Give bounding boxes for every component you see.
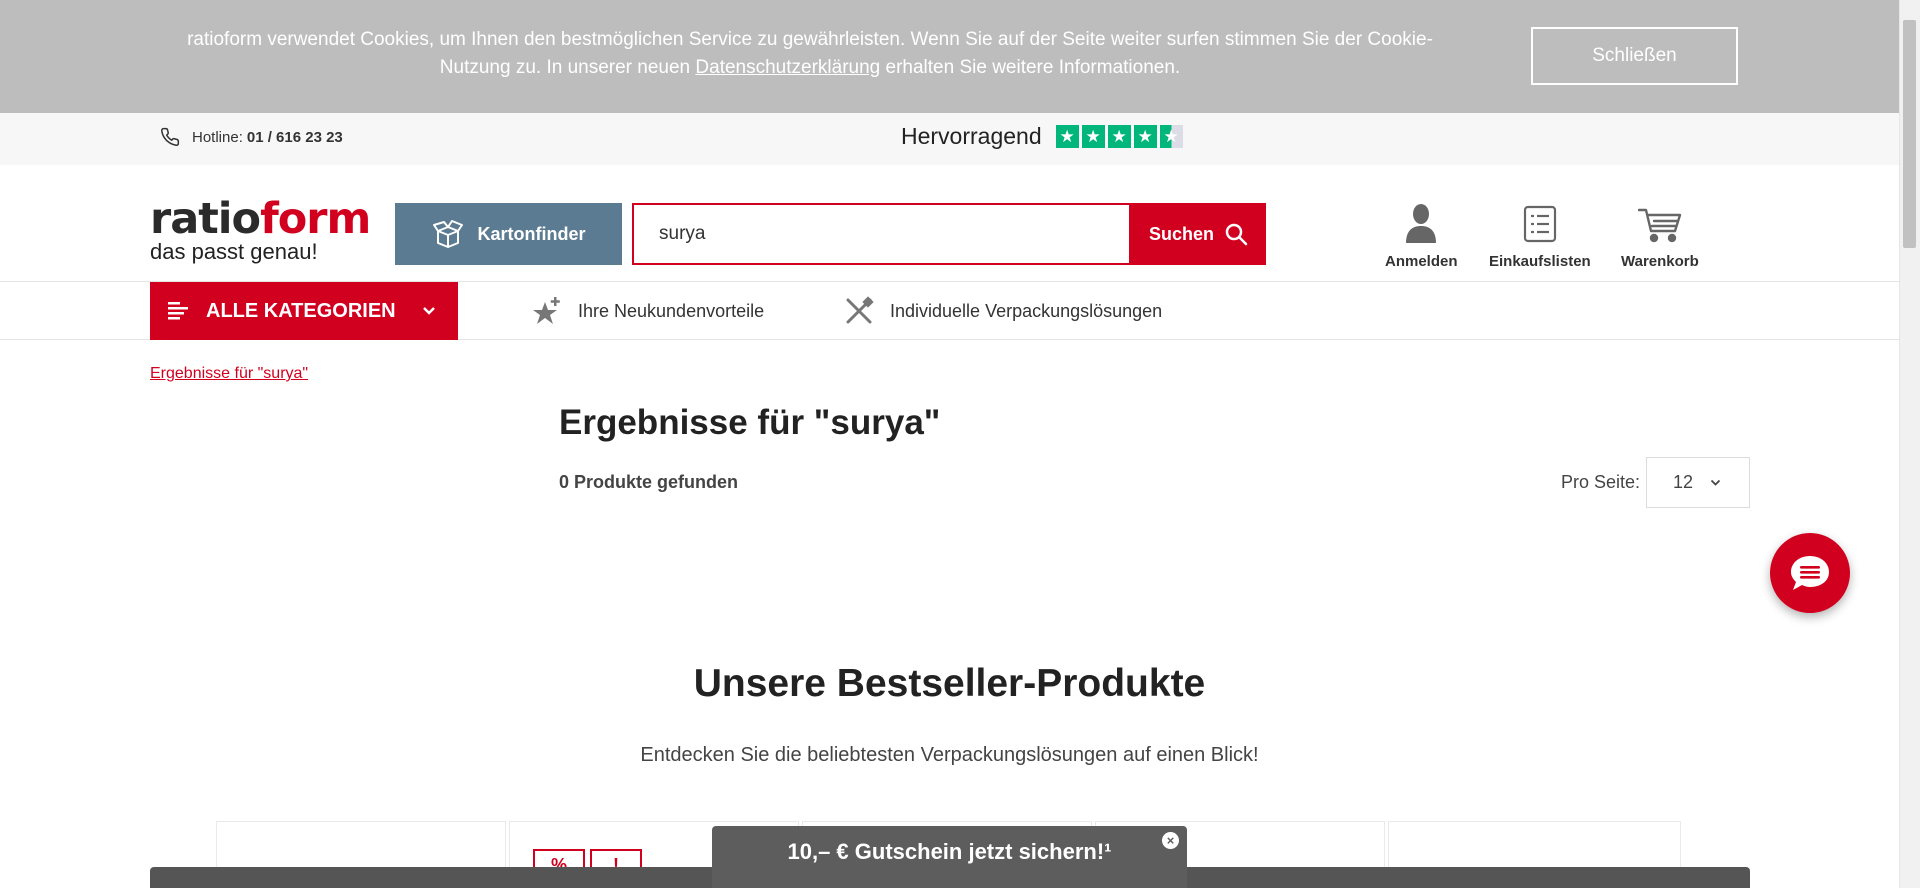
cookie-banner: ratioform verwendet Cookies, um Ihnen de… — [0, 0, 1899, 113]
top-bar: Hotline: 01 / 616 23 23 Hervorragend ★ ★… — [0, 113, 1899, 165]
cart-button[interactable]: Warenkorb — [1621, 201, 1699, 270]
chevron-down-icon — [423, 307, 435, 315]
logo-wordmark: ratioform — [150, 198, 371, 241]
search-icon — [1225, 223, 1248, 246]
cookie-text: ratioform verwendet Cookies, um Ihnen de… — [160, 26, 1460, 82]
hotline-label: Hotline: — [192, 128, 243, 146]
phone-icon — [161, 127, 180, 146]
cookie-text-end: erhalten Sie weitere Informationen. — [880, 57, 1181, 78]
star-icon: ★ — [1081, 125, 1105, 148]
search-button-label: Suchen — [1148, 223, 1214, 244]
star-icon: ★ — [1107, 125, 1131, 148]
box-icon — [432, 220, 463, 248]
all-categories-button[interactable]: ALLE KATEGORIEN — [150, 282, 458, 340]
cart-label: Warenkorb — [1621, 253, 1699, 270]
per-page-value: 12 — [1673, 472, 1694, 492]
nav-link-new-customer[interactable]: Ihre Neukundenvorteile — [532, 296, 764, 326]
logo[interactable]: ratioform das passt genau! — [150, 198, 371, 264]
per-page-label: Pro Seite: — [1561, 472, 1641, 492]
tools-icon — [846, 296, 874, 324]
kartonfinder-label: Kartonfinder — [477, 223, 586, 244]
bestseller-title: Unsere Bestseller-Produkte — [693, 662, 1206, 705]
search-input[interactable] — [634, 205, 1129, 263]
menu-icon — [168, 302, 188, 320]
star-icon: ★ — [1133, 125, 1157, 148]
hotline-number: 01 / 616 23 23 — [246, 128, 343, 146]
page-title: Ergebnisse für "surya" — [559, 403, 941, 442]
nav-link-custom-packaging[interactable]: Individuelle Verpackungslösungen — [844, 296, 1162, 326]
privacy-policy-link[interactable]: Datenschutzerklärung — [695, 57, 880, 78]
star-half-icon: ★ — [1159, 125, 1183, 148]
all-categories-label: ALLE KATEGORIEN — [206, 299, 396, 322]
voucher-banner[interactable]: 10,– € Gutschein jetzt sichern!¹ — [712, 826, 1187, 888]
shopping-lists-label: Einkaufslisten — [1489, 253, 1591, 270]
shopping-lists-button[interactable]: Einkaufslisten — [1489, 201, 1591, 270]
rating-label: Hervorragend — [901, 123, 1042, 149]
result-count: 0 Produkte gefunden — [559, 472, 739, 492]
voucher-text: 10,– € Gutschein jetzt sichern!¹ — [787, 839, 1112, 864]
list-icon — [1523, 205, 1556, 243]
login-label: Anmelden — [1385, 253, 1458, 270]
breadcrumb[interactable]: Ergebnisse für "surya" — [150, 365, 308, 383]
kartonfinder-button[interactable]: Kartonfinder — [395, 203, 622, 265]
cart-icon — [1637, 208, 1682, 243]
header: ratioform das passt genau! Kartonfinder … — [0, 165, 1899, 282]
star-icon: ★ — [1055, 125, 1079, 148]
voucher-close-icon[interactable]: × — [1162, 832, 1179, 849]
nav-link-new-customer-label: Ihre Neukundenvorteile — [578, 300, 765, 321]
logo-form: form — [260, 194, 371, 244]
cookie-close-button[interactable]: Schließen — [1531, 27, 1738, 85]
logo-ratio: ratio — [150, 194, 261, 244]
login-button[interactable]: Anmelden — [1385, 201, 1458, 270]
chevron-down-icon — [1710, 479, 1721, 486]
nav-link-custom-packaging-label: Individuelle Verpackungslösungen — [890, 300, 1163, 321]
bestseller-subtitle: Entdecken Sie die beliebtesten Verpackun… — [640, 744, 1259, 766]
scrollbar-thumb[interactable] — [1903, 20, 1916, 248]
search-box — [632, 203, 1131, 265]
per-page-select[interactable]: 12 — [1646, 457, 1750, 508]
user-icon — [1406, 204, 1437, 243]
rating-stars: ★ ★ ★ ★ ★ — [1055, 125, 1183, 148]
chat-button[interactable] — [1770, 533, 1850, 613]
search-button[interactable]: Suchen — [1131, 203, 1266, 265]
main-nav: ALLE KATEGORIEN Ihre Neukundenvorteile I… — [0, 282, 1899, 340]
chat-icon — [1791, 556, 1829, 590]
hotline[interactable]: Hotline: 01 / 616 23 23 — [160, 127, 343, 147]
star-plus-icon — [533, 297, 560, 324]
trustpilot-rating[interactable]: Hervorragend ★ ★ ★ ★ ★ — [901, 123, 1183, 150]
